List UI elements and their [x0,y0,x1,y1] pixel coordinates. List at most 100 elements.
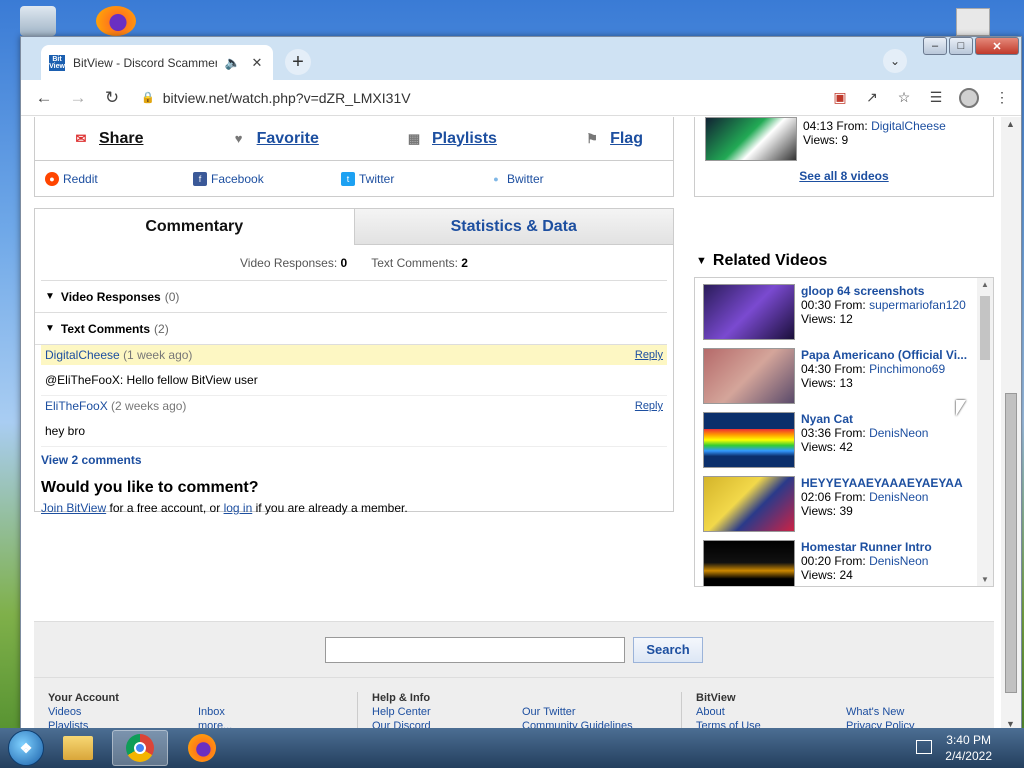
taskbar-clock[interactable]: 3:40 PM 2/4/2022 [945,732,992,764]
twitter-icon: t [341,171,355,186]
video-thumbnail[interactable] [703,412,795,468]
see-all-link[interactable]: See all 8 videos [695,169,993,183]
footer-link[interactable]: Videos [48,706,198,718]
scroll-down-arrow-icon[interactable]: ▼ [981,575,989,584]
bookmark-star-icon[interactable]: ☆ [895,89,913,107]
footer-link[interactable]: Our Twitter [522,706,672,718]
footer-link[interactable]: Help Center [372,706,522,718]
related-video-item[interactable]: Nyan Cat 03:36 From: DenisNeon Views: 42 [695,406,993,470]
twitter-link[interactable]: t Twitter [341,171,489,186]
related-video-item[interactable]: HEYYEYAAEYAAAEYAEYAA 02:06 From: DenisNeo… [695,470,993,534]
tab-search-button[interactable]: ⌄ [883,49,907,73]
related-video-item[interactable]: Homestar Runner Intro 00:20 From: DenisNe… [695,534,993,586]
social-links: ● Reddit f Facebook t Twitter ● Bwitter [35,161,673,196]
comment-author-link[interactable]: DigitalCheese [45,348,120,362]
related-video-item[interactable]: gloop 64 screenshots 00:30 From: supermar… [695,278,993,342]
related-videos-heading[interactable]: ▼ Related Videos [696,252,827,270]
tab-title: BitView - Discord Scammer T [73,55,217,70]
document-desktop-icon[interactable] [956,8,990,36]
taskbar: ❖ 3:40 PM 2/4/2022 [0,728,1024,768]
taskbar-firefox[interactable] [174,730,230,766]
menu-kebab-icon[interactable]: ⋮ [993,89,1011,107]
firefox-desktop-icon[interactable] [96,6,136,36]
media-control-icon[interactable]: ☰ [927,89,945,107]
blocked-popup-icon[interactable]: ▣ [831,89,849,107]
related-scroll-thumb[interactable] [980,296,990,360]
folder-icon [63,736,93,760]
share-icon[interactable]: ↗ [863,89,881,107]
video-thumbnail[interactable] [703,284,795,340]
comment-item: DigitalCheese (1 week ago) Reply @EliThe… [41,345,667,396]
playlists-action[interactable]: ▦ Playlists [404,130,497,148]
video-thumbnail[interactable] [705,117,797,161]
share-label: Share [99,129,144,147]
video-thumbnail[interactable] [703,348,795,404]
join-link[interactable]: Join BitView [41,501,106,515]
close-tab-icon[interactable]: ✕ [249,55,265,71]
close-window-button[interactable]: ✕ [975,37,1019,55]
playlist-item[interactable]: 04:13 From: DigitalCheese Views: 9 [695,117,993,161]
related-scrollbar[interactable]: ▲ ▼ [977,278,993,586]
reload-button[interactable]: ↻ [99,85,125,111]
lock-icon[interactable]: 🔒 [141,91,155,104]
comment-text: hey bro [45,424,86,438]
profile-avatar[interactable] [959,87,979,108]
tab-bitview[interactable]: Bit View BitView - Discord Scammer T 🔈 ✕ [41,45,273,80]
login-link[interactable]: log in [224,501,253,515]
reddit-icon: ● [45,171,59,186]
text-comments-section[interactable]: ▼ Text Comments (2) [35,313,667,345]
facebook-link[interactable]: f Facebook [193,171,341,186]
scroll-up-arrow-icon[interactable]: ▲ [981,280,989,289]
comment-header: EliTheFooX (2 weeks ago) Reply [45,399,663,413]
maximize-button[interactable]: □ [949,37,973,55]
related-videos-list: gloop 64 screenshots 00:30 From: supermar… [694,277,994,587]
footer-link[interactable]: About [696,706,846,718]
reddit-link[interactable]: ● Reddit [45,171,193,186]
share-action[interactable]: ✉ Share [71,129,144,148]
footer-search-input[interactable] [325,636,626,663]
page-scrollbar[interactable]: ▲ ▼ [1001,117,1021,729]
tab-statistics[interactable]: Statistics & Data [353,209,673,245]
footer-search: Search [34,622,994,678]
footer-search-button[interactable]: Search [633,636,703,663]
tab-commentary[interactable]: Commentary [35,209,354,245]
flag-action[interactable]: ⚑ Flag [582,130,643,148]
taskbar-chrome[interactable] [112,730,168,766]
playlists-label: Playlists [432,129,497,147]
chrome-icon [126,734,154,762]
video-thumbnail[interactable] [703,540,795,586]
view-comments-link[interactable]: View 2 comments [35,447,673,473]
flag-icon: ⚑ [586,130,598,146]
text-comments-count: Text Comments: 2 [371,255,468,270]
footer-link[interactable]: Inbox [198,706,348,718]
page-scroll-thumb[interactable] [1005,393,1017,693]
comment-author-link[interactable]: EliTheFooX [45,399,108,413]
address-bar[interactable]: 🔒 bitview.net/watch.php?v=dZR_LMXI31V [133,84,823,112]
bwitter-link[interactable]: ● Bwitter [489,171,637,186]
taskbar-explorer[interactable] [50,730,106,766]
speaker-icon[interactable]: 🔈 [225,55,241,71]
facebook-icon: f [193,171,207,186]
forward-button[interactable]: → [65,85,91,111]
footer-link[interactable]: What's New [846,706,996,718]
minimize-button[interactable]: – [923,37,947,55]
related-video-item[interactable]: Papa Americano (Official Vi... 04:30 From… [695,342,993,406]
new-tab-button[interactable]: + [285,49,311,75]
toolbar-right: ▣ ↗ ☆ ☰ ⋮ [831,87,1011,108]
video-responses-section[interactable]: ▼ Video Responses (0) [35,281,667,313]
share-box: ✉ Share ♥ Favorite ▦ Playlists ⚑ Flag ● … [34,117,674,197]
comments-panel: Commentary Statistics & Data Video Respo… [34,208,674,515]
envelope-icon: ✉ [75,130,87,146]
comment-header: DigitalCheese (1 week ago) Reply [41,345,667,365]
playlist-author-link[interactable]: DigitalCheese [871,119,946,133]
start-button[interactable]: ❖ [8,730,44,766]
video-thumbnail[interactable] [703,476,795,532]
scroll-up-arrow-icon[interactable]: ▲ [1006,119,1015,129]
favorite-action[interactable]: ♥ Favorite [229,130,319,148]
reply-link[interactable]: Reply [635,400,663,412]
network-tray-icon[interactable] [916,740,932,754]
reply-link[interactable]: Reply [635,349,663,361]
back-button[interactable]: ← [31,85,57,111]
recycle-bin-icon[interactable] [20,6,56,36]
action-bar: ✉ Share ♥ Favorite ▦ Playlists ⚑ Flag [35,117,673,161]
